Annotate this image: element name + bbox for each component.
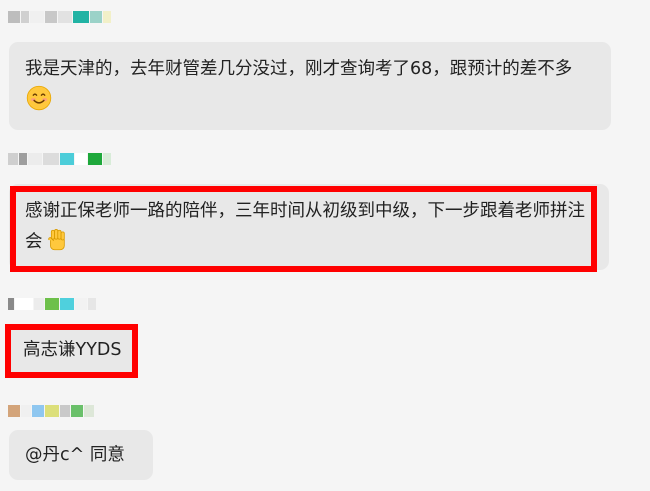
message-text: 高志谦YYDS <box>23 340 122 360</box>
raised-fist-emoji-icon <box>47 229 65 251</box>
blurred-username <box>8 9 111 23</box>
smiling-face-emoji-icon <box>26 85 52 111</box>
message-text: @丹c^ 同意 <box>25 445 125 465</box>
chat-thread: 我是天津的，去年财管差几分没过，刚才查询考了68，跟预计的差不多 感谢正保老师一… <box>0 0 650 491</box>
chat-message: 我是天津的，去年财管差几分没过，刚才查询考了68，跟预计的差不多 <box>0 0 650 135</box>
message-bubble[interactable]: 感谢正保老师一路的陪伴，三年时间从初级到中级，下一步跟着老师拼注会 <box>9 184 609 270</box>
blurred-username <box>8 296 96 310</box>
chat-message: 高志谦YYDS <box>0 285 650 385</box>
message-text: 感谢正保老师一路的陪伴，三年时间从初级到中级，下一步跟着老师拼注会 <box>25 201 585 252</box>
message-bubble[interactable]: @丹c^ 同意 <box>9 430 153 480</box>
blurred-username <box>8 403 94 417</box>
chat-message: @丹c^ 同意 <box>0 392 650 491</box>
message-bubble[interactable]: 高志谦YYDS <box>9 325 137 375</box>
message-bubble[interactable]: 我是天津的，去年财管差几分没过，刚才查询考了68，跟预计的差不多 <box>9 42 611 130</box>
message-text: 我是天津的，去年财管差几分没过，刚才查询考了68，跟预计的差不多 <box>25 59 573 79</box>
blurred-username <box>8 151 111 165</box>
chat-message: 感谢正保老师一路的陪伴，三年时间从初级到中级，下一步跟着老师拼注会 <box>0 140 650 275</box>
